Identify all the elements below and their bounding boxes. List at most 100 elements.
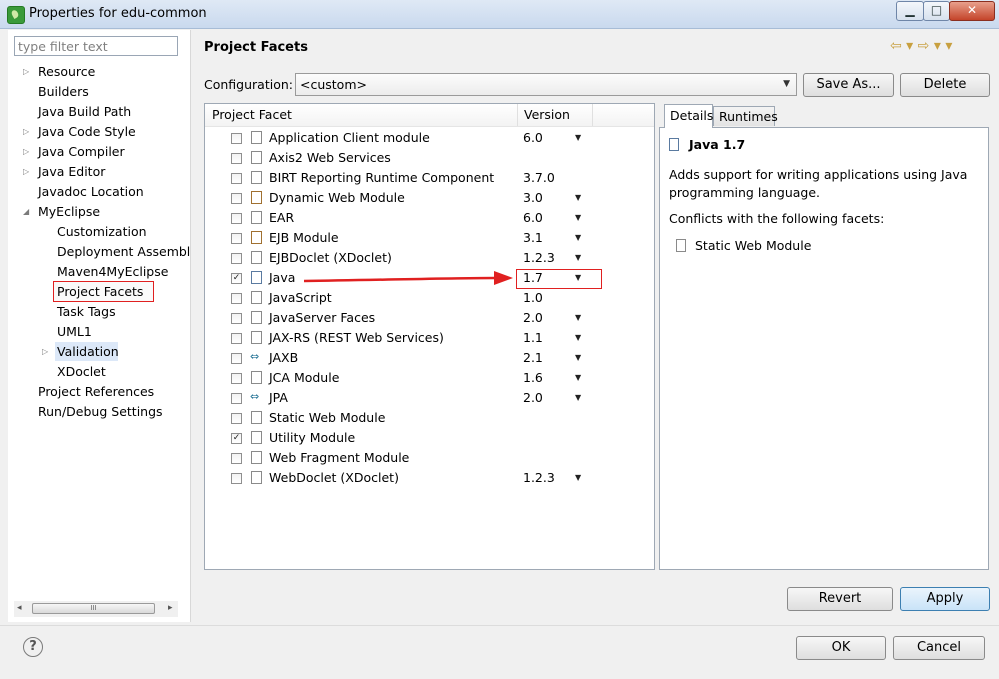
- facet-row[interactable]: EJB Module 3.1 ▼: [205, 228, 654, 248]
- facet-checkbox[interactable]: [231, 253, 242, 264]
- facet-row[interactable]: JAX-RS (REST Web Services) 1.1 ▼: [205, 328, 654, 348]
- tree-item[interactable]: Run/Debug Settings: [38, 402, 163, 421]
- version-dropdown-icon[interactable]: ▼: [575, 468, 581, 488]
- scroll-left-arrow-icon[interactable]: ◂: [17, 603, 22, 613]
- version-dropdown-icon[interactable]: ▼: [575, 208, 581, 228]
- version-dropdown-icon[interactable]: ▼: [575, 348, 581, 368]
- tab-runtimes[interactable]: Runtimes: [713, 106, 778, 126]
- facet-row[interactable]: Axis2 Web Services: [205, 148, 654, 168]
- facet-row[interactable]: BIRT Reporting Runtime Component 3.7.0: [205, 168, 654, 188]
- facet-version[interactable]: 1.2.3: [523, 248, 555, 268]
- tree-item[interactable]: Deployment Assembl: [57, 242, 190, 261]
- facet-version[interactable]: 3.1: [523, 228, 543, 248]
- apply-button[interactable]: Apply: [900, 587, 990, 611]
- tree-expand-arrow-icon[interactable]: ▷: [42, 347, 48, 356]
- facet-version[interactable]: 2.0: [523, 388, 543, 408]
- facet-row[interactable]: EAR 6.0 ▼: [205, 208, 654, 228]
- facet-checkbox[interactable]: [231, 373, 242, 384]
- save-as-button[interactable]: Save As...: [803, 73, 894, 97]
- facet-row[interactable]: JCA Module 1.6 ▼: [205, 368, 654, 388]
- version-dropdown-icon[interactable]: ▼: [575, 248, 581, 268]
- facet-checkbox[interactable]: [231, 393, 242, 404]
- revert-button[interactable]: Revert: [787, 587, 893, 611]
- tree-item[interactable]: MyEclipse: [38, 202, 100, 221]
- tree-expand-arrow-icon[interactable]: ▷: [23, 127, 29, 136]
- navigation-arrows-icon[interactable]: ⇦ ▾ ⇨ ▾ ▾: [890, 38, 990, 56]
- tree-item[interactable]: Project References: [38, 382, 154, 401]
- facet-version[interactable]: 6.0: [523, 208, 543, 228]
- facet-row[interactable]: Web Fragment Module: [205, 448, 654, 468]
- facet-row[interactable]: JavaScript 1.0: [205, 288, 654, 308]
- facet-version[interactable]: 3.7.0: [523, 168, 555, 188]
- version-dropdown-icon[interactable]: ▼: [575, 228, 581, 248]
- tree-item[interactable]: Project Facets: [57, 282, 143, 301]
- facet-row[interactable]: Dynamic Web Module 3.0 ▼: [205, 188, 654, 208]
- tree-item[interactable]: Builders: [38, 82, 89, 101]
- version-dropdown-icon[interactable]: ▼: [575, 388, 581, 408]
- facet-row[interactable]: EJBDoclet (XDoclet) 1.2.3 ▼: [205, 248, 654, 268]
- tree-expand-arrow-icon[interactable]: ▷: [23, 67, 29, 76]
- facet-checkbox[interactable]: [231, 293, 242, 304]
- facet-checkbox[interactable]: ✓: [231, 273, 242, 284]
- facet-row[interactable]: Application Client module 6.0 ▼: [205, 128, 654, 148]
- maximize-button[interactable]: □: [923, 1, 950, 21]
- facet-row[interactable]: JavaServer Faces 2.0 ▼: [205, 308, 654, 328]
- version-dropdown-icon[interactable]: ▼: [575, 368, 581, 388]
- tree-item[interactable]: Validation: [57, 342, 119, 361]
- facet-version[interactable]: 1.6: [523, 368, 543, 388]
- tree-item[interactable]: Resource: [38, 62, 95, 81]
- tab-details[interactable]: Details: [664, 104, 713, 128]
- facet-row[interactable]: Static Web Module: [205, 408, 654, 428]
- tree-item[interactable]: Customization: [57, 222, 147, 241]
- tree-expand-arrow-icon[interactable]: ◢: [23, 207, 29, 216]
- column-divider[interactable]: [592, 104, 593, 126]
- minimize-button[interactable]: ▁: [896, 1, 924, 21]
- facet-version[interactable]: 3.0: [523, 188, 543, 208]
- tree-expand-arrow-icon[interactable]: ▷: [23, 147, 29, 156]
- facet-checkbox[interactable]: [231, 333, 242, 344]
- facet-checkbox[interactable]: [231, 453, 242, 464]
- tree-item[interactable]: XDoclet: [57, 362, 106, 381]
- scrollbar-thumb[interactable]: III: [32, 603, 155, 614]
- cancel-button[interactable]: Cancel: [893, 636, 985, 660]
- tree-item[interactable]: Java Code Style: [38, 122, 136, 141]
- facet-row[interactable]: WebDoclet (XDoclet) 1.2.3 ▼: [205, 468, 654, 488]
- facet-checkbox[interactable]: [231, 173, 242, 184]
- help-icon[interactable]: ?: [23, 637, 43, 657]
- tree-item[interactable]: Javadoc Location: [38, 182, 144, 201]
- column-divider[interactable]: [517, 104, 518, 126]
- facet-version[interactable]: 1.0: [523, 288, 543, 308]
- tree-item[interactable]: Java Build Path: [38, 102, 131, 121]
- delete-button[interactable]: Delete: [900, 73, 990, 97]
- version-dropdown-icon[interactable]: ▼: [575, 328, 581, 348]
- facet-checkbox[interactable]: [231, 193, 242, 204]
- facet-version[interactable]: 6.0: [523, 128, 543, 148]
- configuration-select[interactable]: <custom> ▼: [295, 73, 797, 96]
- facet-version[interactable]: 2.0: [523, 308, 543, 328]
- facet-checkbox[interactable]: [231, 473, 242, 484]
- facet-row[interactable]: ✓ Utility Module: [205, 428, 654, 448]
- tree-item[interactable]: Maven4MyEclipse: [57, 262, 168, 281]
- facet-checkbox[interactable]: ✓: [231, 433, 242, 444]
- version-dropdown-icon[interactable]: ▼: [575, 308, 581, 328]
- filter-input[interactable]: [14, 36, 178, 56]
- tree-item[interactable]: UML1: [57, 322, 92, 341]
- column-header-version[interactable]: Version: [524, 107, 570, 122]
- tree-item[interactable]: Java Compiler: [38, 142, 125, 161]
- facet-checkbox[interactable]: [231, 153, 242, 164]
- facet-checkbox[interactable]: [231, 353, 242, 364]
- facet-version[interactable]: 2.1: [523, 348, 543, 368]
- tree-item[interactable]: Task Tags: [57, 302, 116, 321]
- facet-checkbox[interactable]: [231, 313, 242, 324]
- version-dropdown-icon[interactable]: ▼: [575, 128, 581, 148]
- ok-button[interactable]: OK: [796, 636, 886, 660]
- close-button[interactable]: ✕: [949, 1, 995, 21]
- facet-checkbox[interactable]: [231, 413, 242, 424]
- version-dropdown-icon[interactable]: ▼: [575, 188, 581, 208]
- tree-expand-arrow-icon[interactable]: ▷: [23, 167, 29, 176]
- facet-checkbox[interactable]: [231, 133, 242, 144]
- facet-version[interactable]: 1.1: [523, 328, 543, 348]
- facet-checkbox[interactable]: [231, 233, 242, 244]
- facet-row[interactable]: ⇔ JPA 2.0 ▼: [205, 388, 654, 408]
- scroll-right-arrow-icon[interactable]: ▸: [168, 603, 173, 613]
